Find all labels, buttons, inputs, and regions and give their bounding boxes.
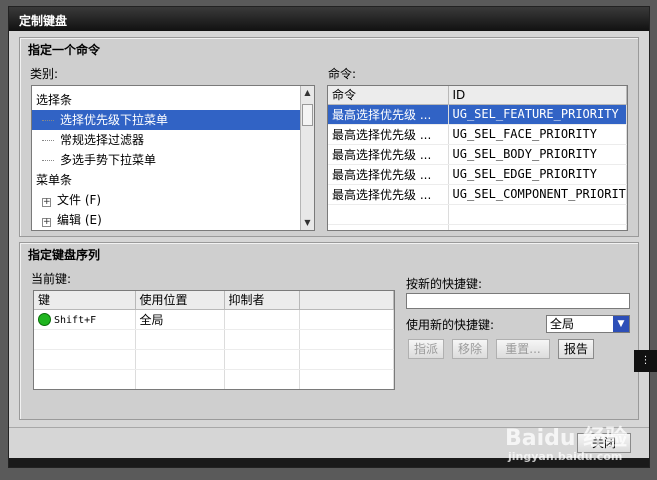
command-name-cell: 最高选择优先级 ... bbox=[328, 184, 449, 205]
side-collapse-tab[interactable]: ⋮ bbox=[634, 350, 657, 372]
command-name-cell: 最高选择优先级 ... bbox=[328, 164, 449, 185]
category-item-label: 编辑 (E) bbox=[57, 213, 102, 227]
command-id-cell: UG_SEL_FEATURE_PRIORITY bbox=[448, 104, 627, 125]
use-new-shortcut-label: 使用新的快捷键: bbox=[406, 318, 495, 332]
command-grid: 命令 ID 最高选择优先级 ... UG_SEL_FEATURE_PRIORITY… bbox=[328, 86, 627, 230]
key-column-header[interactable]: 键 bbox=[34, 291, 136, 310]
command-table[interactable]: 命令 ID 最高选择优先级 ... UG_SEL_FEATURE_PRIORITY… bbox=[327, 85, 628, 231]
category-tree[interactable]: 选择条选择优先级下拉菜单 常规选择过滤器 多选手势下拉菜单菜单条 + 文件 (F) + 编辑… bbox=[31, 85, 315, 231]
category-item[interactable]: 选择条 bbox=[32, 90, 300, 110]
report-button[interactable]: 报告 bbox=[558, 339, 594, 359]
scroll-down-arrow-icon[interactable]: ▼ bbox=[301, 216, 314, 230]
command-name-cell: 最高选择优先级 ... bbox=[328, 144, 449, 165]
category-item-label: 多选手势下拉菜单 bbox=[60, 153, 157, 167]
command-group-title: 指定一个命令 bbox=[28, 43, 101, 57]
tree-connector bbox=[42, 120, 54, 121]
new-shortcut-label: 按新的快捷键: bbox=[406, 277, 483, 291]
command-id-cell: UG_SEL_COMPONENT_PRIORITY bbox=[448, 184, 627, 205]
tree-connector bbox=[42, 160, 54, 161]
category-item[interactable]: 菜单条 bbox=[32, 170, 300, 190]
dialog-title: 定制键盘 bbox=[19, 14, 68, 28]
dropdown-arrow-icon[interactable]: ▼ bbox=[613, 316, 629, 332]
command-row[interactable]: 最高选择优先级 ... UG_SEL_FEATURE_PRIORITY bbox=[328, 104, 627, 125]
empty-cell bbox=[299, 309, 394, 330]
empty-key-row bbox=[34, 329, 394, 350]
command-group: 指定一个命令 类别: 命令: 选择条选择优先级下拉菜单 常规选择过滤器 多选手势下拉… bbox=[19, 37, 639, 237]
command-row[interactable]: 最高选择优先级 ... UG_SEL_FACE_PRIORITY bbox=[328, 124, 627, 145]
location-column-header[interactable]: 使用位置 bbox=[135, 291, 225, 310]
category-item-label: 文件 (F) bbox=[57, 193, 102, 207]
key-row[interactable]: Shift+F 全局 bbox=[34, 309, 394, 330]
watermark-url: jingyan.baidu.com bbox=[508, 450, 623, 463]
empty-key-row bbox=[34, 349, 394, 370]
assign-button[interactable]: 指派 bbox=[408, 339, 444, 359]
scroll-up-arrow-icon[interactable]: ▲ bbox=[301, 86, 314, 100]
sequence-group-title: 指定键盘序列 bbox=[28, 248, 101, 262]
command-label: 命令: bbox=[328, 67, 357, 81]
category-item[interactable]: 选择优先级下拉菜单 bbox=[32, 110, 300, 130]
empty-command-row bbox=[328, 204, 627, 225]
suppressor-cell bbox=[224, 309, 300, 330]
key-cell: Shift+F bbox=[34, 309, 136, 330]
command-id-cell: UG_SEL_BODY_PRIORITY bbox=[448, 144, 627, 165]
command-id-cell: UG_SEL_FACE_PRIORITY bbox=[448, 124, 627, 145]
key-text: Shift+F bbox=[54, 315, 97, 326]
category-item[interactable]: 常规选择过滤器 bbox=[32, 130, 300, 150]
command-row[interactable]: 最高选择优先级 ... UG_SEL_COMPONENT_PRIORITY bbox=[328, 184, 627, 205]
command-row[interactable]: 最高选择优先级 ... UG_SEL_BODY_PRIORITY bbox=[328, 144, 627, 165]
reset-button[interactable]: 重置... bbox=[496, 339, 550, 359]
category-item-label: 选择优先级下拉菜单 bbox=[60, 113, 169, 127]
category-item[interactable]: +视图 (V) bbox=[32, 230, 300, 231]
command-column-header[interactable]: 命令 bbox=[328, 86, 449, 105]
command-name-cell: 最高选择优先级 ... bbox=[328, 104, 449, 125]
command-name-cell: 最高选择优先级 ... bbox=[328, 124, 449, 145]
active-status-icon bbox=[38, 313, 51, 326]
tree-connector bbox=[42, 140, 54, 141]
id-column-header[interactable]: ID bbox=[448, 86, 627, 105]
command-row[interactable]: 最高选择优先级 ... UG_SEL_EDGE_PRIORITY bbox=[328, 164, 627, 185]
watermark-brand: Baidu 经验 bbox=[505, 426, 628, 451]
current-keys-table[interactable]: 键 使用位置 抑制者 Shift+F 全局 bbox=[33, 290, 395, 390]
category-item[interactable]: 多选手势下拉菜单 bbox=[32, 150, 300, 170]
scope-dropdown-value: 全局 bbox=[550, 317, 575, 331]
empty-key-row bbox=[34, 369, 394, 389]
dialog-titlebar[interactable]: 定制键盘 bbox=[9, 7, 649, 31]
location-cell: 全局 bbox=[135, 309, 225, 330]
category-label: 类别: bbox=[30, 67, 59, 81]
scope-dropdown[interactable]: 全局 ▼ bbox=[546, 315, 630, 333]
current-keys-label: 当前键: bbox=[31, 272, 72, 286]
expand-plus-icon[interactable]: + bbox=[42, 198, 51, 207]
category-item[interactable]: + 文件 (F) bbox=[32, 190, 300, 210]
expand-plus-icon[interactable]: + bbox=[42, 218, 51, 227]
category-item-label: 常规选择过滤器 bbox=[60, 133, 145, 147]
category-item-label: 选择条 bbox=[36, 93, 73, 107]
empty-command-row bbox=[328, 224, 627, 230]
command-id-cell: UG_SEL_EDGE_PRIORITY bbox=[448, 164, 627, 185]
current-keys-grid: 键 使用位置 抑制者 Shift+F 全局 bbox=[34, 291, 394, 389]
category-item-label: 菜单条 bbox=[36, 173, 73, 187]
scroll-thumb[interactable] bbox=[302, 104, 313, 126]
remove-button[interactable]: 移除 bbox=[452, 339, 488, 359]
category-item[interactable]: + 编辑 (E) bbox=[32, 210, 300, 230]
category-rows: 选择条选择优先级下拉菜单 常规选择过滤器 多选手势下拉菜单菜单条 + 文件 (F) + 编辑… bbox=[32, 90, 300, 231]
customize-keyboard-dialog: 定制键盘 指定一个命令 类别: 命令: 选择条选择优先级下拉菜单 常规选择过滤器多… bbox=[8, 6, 650, 468]
category-scrollbar[interactable]: ▲ ▼ bbox=[300, 86, 314, 230]
sequence-group: 指定键盘序列 当前键: 键 使用位置 抑制者 Shift+F 全局 按新的快捷键:… bbox=[19, 242, 639, 420]
new-shortcut-input[interactable] bbox=[406, 293, 630, 309]
suppressor-column-header[interactable]: 抑制者 bbox=[224, 291, 300, 310]
empty-column-header bbox=[299, 291, 394, 310]
